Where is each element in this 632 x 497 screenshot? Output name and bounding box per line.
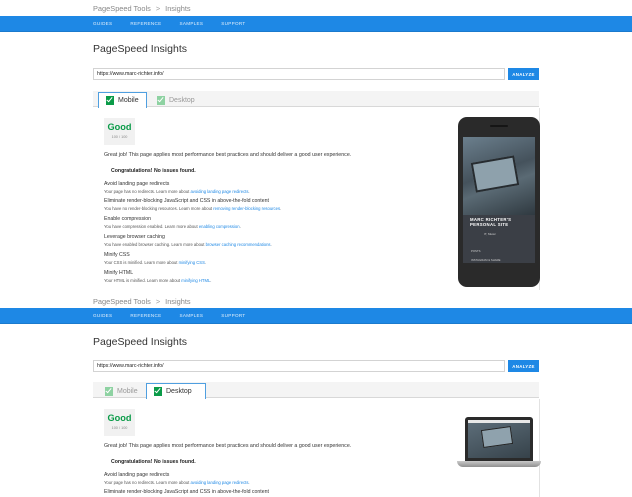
- preview-device-image: [480, 426, 514, 448]
- column-divider: [539, 399, 540, 497]
- rule-title: Minify CSS: [104, 252, 130, 258]
- check-icon: [157, 95, 165, 105]
- check-icon: [106, 96, 114, 105]
- rule-item: Avoid landing page redirects Your page h…: [104, 472, 250, 485]
- mobile-preview: MARC RICHTER'S PERSONAL SITE IT, Music P…: [458, 117, 540, 287]
- phone-speaker: [490, 125, 508, 127]
- page-title: PageSpeed Insights: [93, 336, 187, 348]
- rule-title: Eliminate render-blocking JavaScript and…: [104, 198, 269, 204]
- preview-subtitle: IT, Music: [484, 232, 496, 236]
- score-label: Good: [107, 413, 132, 423]
- rule-desc: You have compression enabled. Learn more…: [104, 224, 241, 229]
- breadcrumb-root[interactable]: PageSpeed Tools: [93, 4, 151, 13]
- rule-desc: Your HTML is minified. Learn more about …: [104, 278, 212, 283]
- rule-desc: You have enabled browser caching. Learn …: [104, 242, 272, 247]
- preview-device-image: [470, 155, 520, 193]
- summary-text: Great job! This page applies most perfor…: [104, 152, 352, 158]
- score-value: 100 / 100: [111, 135, 128, 139]
- desktop-preview-screen: [468, 420, 530, 458]
- nav-guides[interactable]: GUIDES: [93, 21, 112, 26]
- breadcrumb: PageSpeed Tools > Insights: [0, 294, 632, 308]
- rule-desc: Your CSS is minified. Learn more about m…: [104, 260, 207, 265]
- rule-item: Eliminate render-blocking JavaScript and…: [104, 198, 281, 211]
- laptop-lid: [465, 417, 533, 461]
- rule-title: Avoid landing page redirects: [104, 472, 170, 478]
- tab-mobile[interactable]: Mobile: [98, 383, 147, 399]
- rule-item: Enable compression You have compression …: [104, 216, 241, 229]
- analyze-button[interactable]: ANALYZE: [508, 68, 539, 80]
- top-nav: GUIDES REFERENCE SAMPLES SUPPORT: [0, 16, 632, 32]
- device-tabs: Mobile Desktop: [93, 382, 539, 399]
- url-input[interactable]: [93, 360, 505, 372]
- tab-desktop-label: Desktop: [169, 96, 195, 104]
- check-icon: [154, 387, 162, 396]
- tab-desktop[interactable]: Desktop: [146, 383, 206, 399]
- breadcrumb-separator: >: [155, 296, 161, 306]
- rule-title: Enable compression: [104, 216, 152, 222]
- tab-mobile[interactable]: Mobile: [98, 92, 147, 108]
- rule-desc: Your page has no redirects. Learn more a…: [104, 480, 250, 485]
- mobile-preview-screen: MARC RICHTER'S PERSONAL SITE IT, Music P…: [463, 137, 535, 263]
- score-value: 100 / 100: [111, 426, 128, 430]
- url-input[interactable]: [93, 68, 505, 80]
- mobile-results-panel: PageSpeed Tools > Insights GUIDES REFERE…: [0, 0, 632, 299]
- page-title: PageSpeed Insights: [93, 43, 187, 55]
- breadcrumb-separator: >: [155, 3, 161, 13]
- top-nav: GUIDES REFERENCE SAMPLES SUPPORT: [0, 308, 632, 324]
- rule-link[interactable]: enabling compression: [199, 224, 240, 229]
- nav-support[interactable]: SUPPORT: [221, 21, 245, 26]
- rule-title: Eliminate render-blocking JavaScript and…: [104, 489, 269, 495]
- preview-photo: [463, 137, 535, 215]
- tab-mobile-label: Mobile: [118, 97, 139, 104]
- url-row: ANALYZE: [93, 360, 539, 372]
- url-row: ANALYZE: [93, 68, 539, 80]
- laptop-base: [457, 461, 541, 467]
- preview-posts: POSTS: [471, 249, 481, 253]
- device-tabs: Mobile Desktop: [93, 91, 539, 108]
- nav-samples[interactable]: SAMPLES: [179, 313, 203, 318]
- nav-reference[interactable]: REFERENCE: [130, 313, 161, 318]
- rule-item: Minify CSS Your CSS is minified. Learn m…: [104, 252, 206, 265]
- breadcrumb-current[interactable]: Insights: [165, 4, 190, 13]
- breadcrumb: PageSpeed Tools > Insights: [0, 0, 632, 16]
- rule-item: Leverage browser caching You have enable…: [104, 234, 272, 247]
- summary-text: Great job! This page applies most perfor…: [104, 443, 352, 449]
- score-box: Good 100 / 100: [104, 409, 135, 436]
- nav-samples[interactable]: SAMPLES: [179, 21, 203, 26]
- rule-title: Minify HTML: [104, 270, 134, 276]
- rule-title: Avoid landing page redirects: [104, 181, 170, 187]
- breadcrumb-root[interactable]: PageSpeed Tools: [93, 297, 151, 306]
- rule-item: Eliminate render-blocking JavaScript and…: [104, 489, 269, 495]
- score-box: Good 100 / 100: [104, 118, 135, 145]
- rule-desc: You have no render-blocking resources. L…: [104, 206, 282, 211]
- rule-link[interactable]: minifying HTML: [181, 278, 210, 283]
- analyze-button[interactable]: ANALYZE: [508, 360, 539, 372]
- congrats-heading: Congratulations! No issues found.: [111, 168, 196, 174]
- rule-item: Avoid landing page redirects Your page h…: [104, 181, 250, 194]
- congrats-heading: Congratulations! No issues found.: [111, 459, 196, 465]
- tab-mobile-label: Mobile: [117, 387, 138, 395]
- nav-reference[interactable]: REFERENCE: [130, 21, 161, 26]
- tab-desktop[interactable]: Desktop: [150, 92, 208, 108]
- rule-link[interactable]: removing render-blocking resources: [213, 206, 280, 211]
- tab-desktop-label: Desktop: [166, 388, 192, 395]
- rule-link[interactable]: avoiding landing page redirects: [190, 189, 248, 194]
- nav-support[interactable]: SUPPORT: [221, 313, 245, 318]
- rule-item: Minify HTML Your HTML is minified. Learn…: [104, 270, 211, 283]
- check-icon: [105, 386, 113, 396]
- rule-link[interactable]: minifying CSS: [179, 260, 205, 265]
- rule-desc: Your page has no redirects. Learn more a…: [104, 189, 250, 194]
- nav-guides[interactable]: GUIDES: [93, 313, 112, 318]
- rule-title: Leverage browser caching: [104, 234, 165, 240]
- preview-header-bar: [468, 420, 530, 423]
- breadcrumb-current[interactable]: Insights: [165, 297, 190, 306]
- preview-footer: INSTAGRAM & SHARE: [471, 258, 501, 262]
- rule-link[interactable]: avoiding landing page redirects: [190, 480, 248, 485]
- rule-link[interactable]: browser caching recommendations: [206, 242, 271, 247]
- preview-site-name: MARC RICHTER'S PERSONAL SITE: [470, 217, 512, 227]
- score-label: Good: [107, 122, 132, 132]
